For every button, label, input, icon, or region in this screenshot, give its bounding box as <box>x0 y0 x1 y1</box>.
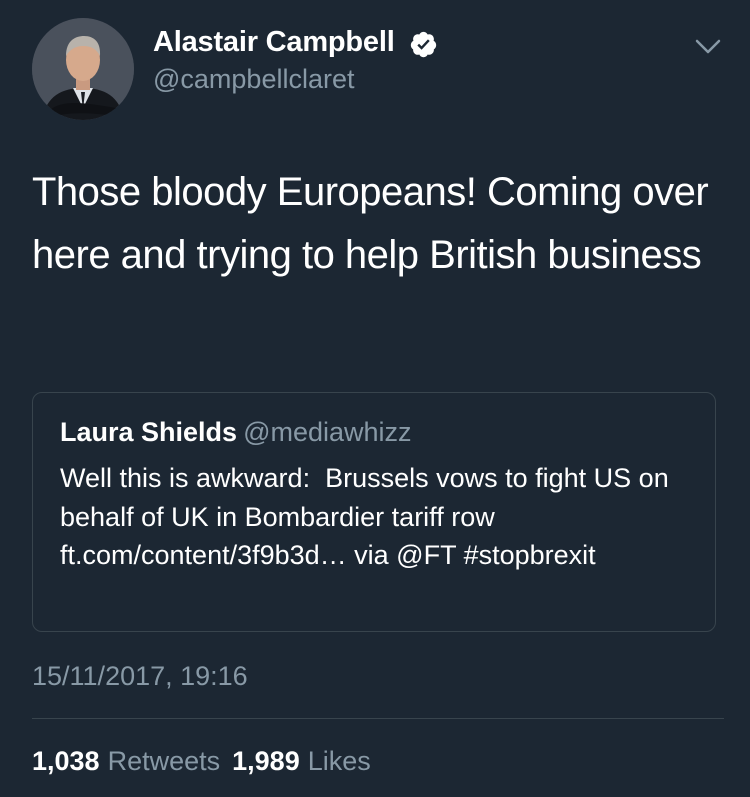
quoted-author-handle: @mediawhizz <box>243 417 412 447</box>
likes-stat[interactable]: 1,989 Likes <box>232 746 371 776</box>
author-handle[interactable]: @campbellclaret <box>153 64 355 95</box>
retweets-stat[interactable]: 1,038 Retweets <box>32 746 220 776</box>
avatar[interactable] <box>32 18 134 120</box>
divider <box>32 718 724 719</box>
retweets-count: 1,038 <box>32 746 100 776</box>
quoted-tweet-text: Well this is awkward: Brussels vows to f… <box>60 463 677 570</box>
quoted-tweet-header: Laura Shields @mediawhizz <box>60 417 412 448</box>
tweet-text: Those bloody Europeans! Coming over here… <box>32 170 709 277</box>
verified-badge-icon <box>410 31 437 58</box>
engagement-stats: 1,038 Retweets 1,989 Likes <box>32 746 371 777</box>
chevron-down-icon[interactable] <box>694 36 722 58</box>
likes-label: Likes <box>307 746 371 776</box>
quoted-tweet-card[interactable]: Laura Shields @mediawhizz Well this is aw… <box>32 392 716 632</box>
avatar-photo <box>32 18 134 120</box>
likes-count: 1,989 <box>232 746 300 776</box>
tweet-timestamp[interactable]: 15/11/2017, 19:16 <box>32 661 248 692</box>
author-name[interactable]: Alastair Campbell <box>153 26 395 59</box>
retweets-label: Retweets <box>107 746 221 776</box>
quoted-author-name: Laura Shields <box>60 417 238 447</box>
